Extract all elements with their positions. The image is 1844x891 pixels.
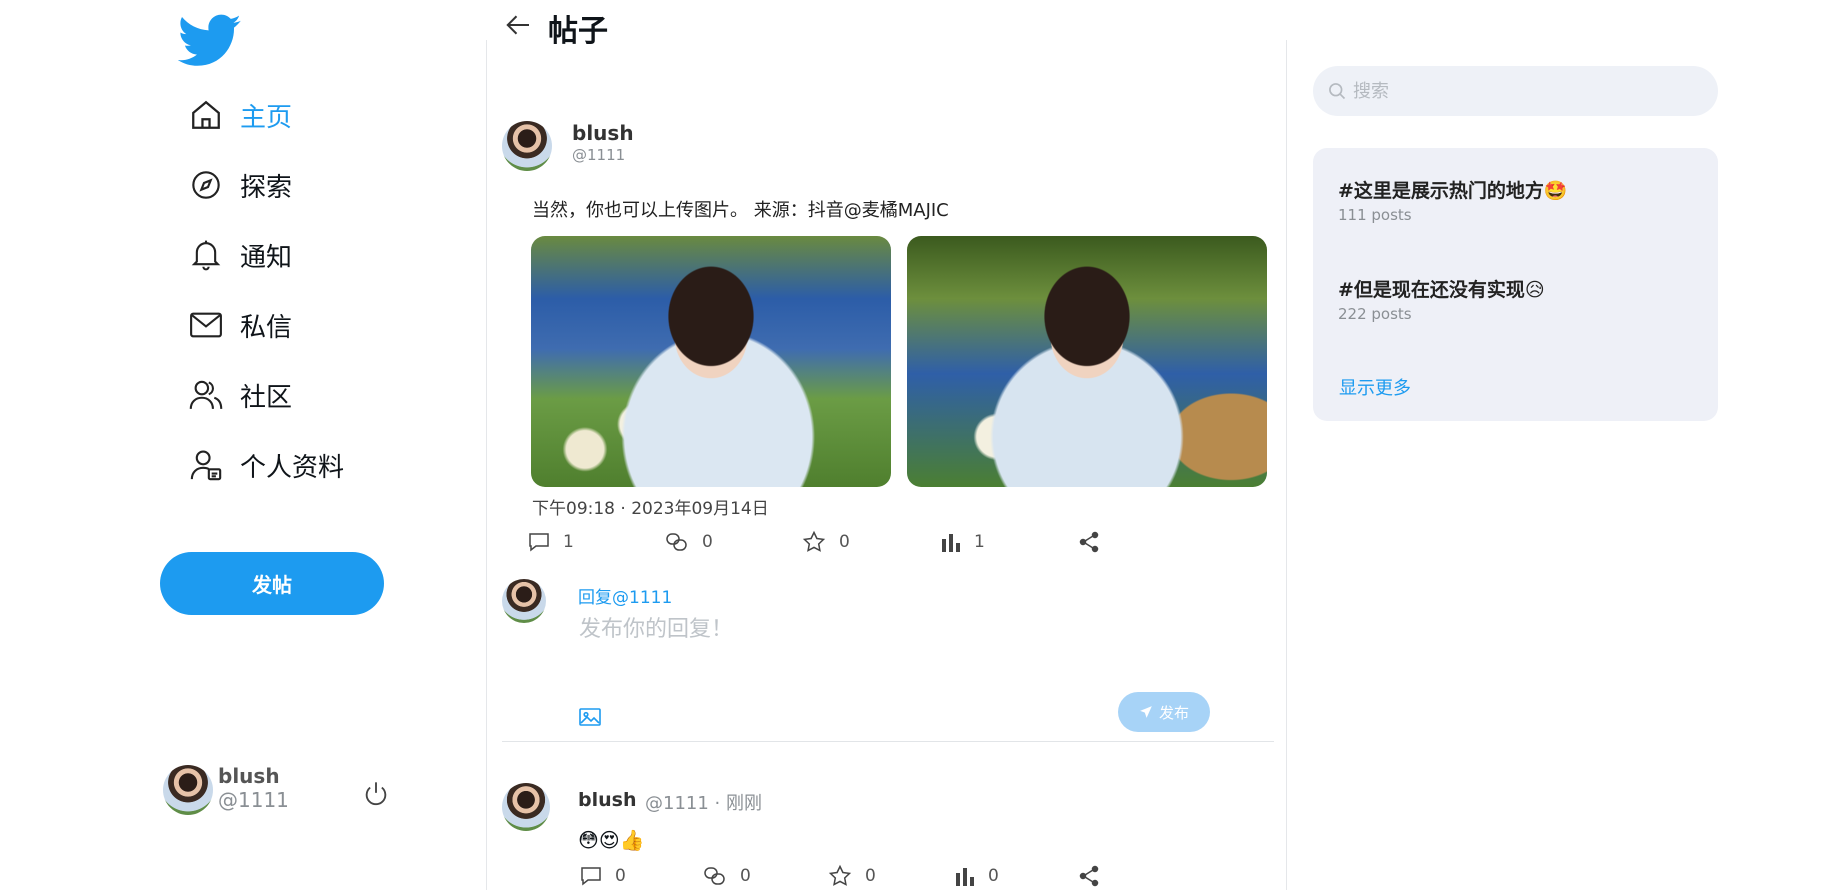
star-icon [828,864,852,886]
search-bar[interactable] [1313,66,1718,116]
share-icon[interactable] [1077,530,1101,554]
search-icon [1329,83,1346,100]
sidebar-item-label: 社区 [240,382,293,413]
sidebar-item-communities[interactable]: 社区 [186,373,292,417]
sidebar-item-profile[interactable]: 个人资料 [186,443,344,487]
post-author-handle: @1111 [572,146,626,164]
retweet-count: 0 [740,866,751,886]
sidebar-item-notifications[interactable]: 通知 [186,233,292,277]
comment-text: 😳😍👍 [578,828,645,852]
comment-meta: @1111 · 刚刚 [645,793,762,814]
search-input[interactable] [1351,79,1715,103]
view-count: 0 [988,866,999,886]
send-reply-label: 发布 [1158,703,1189,722]
avatar[interactable] [163,765,213,815]
trend-title[interactable]: #这里是展示热门的地方🤩 [1338,176,1568,203]
current-user-name: blush [218,764,280,788]
comment-like-action[interactable]: 0 [827,861,876,891]
retweet-count: 0 [702,532,713,552]
profile-icon [186,447,226,483]
send-icon [1140,706,1152,718]
image-upload-icon[interactable] [578,706,602,728]
reply-count: 1 [563,532,574,552]
sidebar-item-label: 主页 [240,102,293,133]
avatar[interactable] [502,783,550,831]
mail-icon [186,307,226,343]
bar-chart-icon [942,534,960,552]
post-image[interactable] [907,236,1267,487]
comment-icon [581,867,601,886]
home-icon [186,97,226,133]
avatar [502,579,546,623]
trend-title[interactable]: #但是现在还没有实现😥 [1338,275,1545,302]
trend-post-count: 111 posts [1338,206,1412,224]
sidebar-item-label: 探索 [240,172,293,203]
back-arrow-icon[interactable] [504,10,534,40]
like-action[interactable]: 0 [801,527,850,557]
sidebar-item-label: 私信 [240,312,293,343]
share-icon[interactable] [1077,864,1101,888]
post-author-name[interactable]: blush [572,121,634,145]
views-action[interactable]: 1 [940,527,985,557]
send-reply-button[interactable]: 发布 [1118,692,1210,732]
compass-icon [186,167,226,203]
sidebar-item-messages[interactable]: 私信 [186,303,292,347]
comment-views-action[interactable]: 0 [954,861,999,891]
column-divider-right [1286,40,1287,890]
reply-input[interactable] [577,612,1101,646]
reply-count: 0 [615,866,626,886]
power-icon[interactable] [362,780,390,808]
sidebar-item-explore[interactable]: 探索 [186,163,292,207]
bell-icon [186,237,226,273]
reply-action[interactable]: 1 [527,527,574,557]
post-image[interactable] [531,236,891,487]
avatar[interactable] [502,121,552,171]
reply-to-label[interactable]: 回复@1111 [578,583,672,608]
comment-reply-action[interactable]: 0 [579,861,626,891]
users-icon [186,377,226,413]
sidebar-item-label: 通知 [240,242,293,273]
sidebar-item-label: 个人资料 [240,452,345,483]
column-divider-left [486,40,487,890]
post-timestamp: 下午09:18 · 2023年09月14日 [532,499,769,519]
comment-author-name[interactable]: blush [578,789,636,811]
view-count: 1 [974,532,985,552]
comment-icon [529,533,549,552]
retweet-action[interactable]: 0 [664,527,713,557]
like-count: 0 [865,866,876,886]
comment-retweet-action[interactable]: 0 [702,861,751,891]
sidebar-item-home[interactable]: 主页 [186,93,292,137]
trend-post-count: 222 posts [1338,305,1412,323]
post-button[interactable]: 发帖 [160,552,384,615]
star-icon [802,530,826,552]
retweet-icon [704,867,725,885]
retweet-icon [666,533,687,551]
bar-chart-icon [956,868,974,886]
twitter-bird-icon[interactable] [178,14,242,68]
show-more-link[interactable]: 显示更多 [1339,374,1411,400]
divider [502,741,1274,742]
post-text: 当然，你也可以上传图片。 来源：抖音@麦橘MAJIC [532,200,949,221]
page-title: 帖子 [548,14,608,49]
like-count: 0 [839,532,850,552]
current-user-handle: @1111 [218,788,289,812]
